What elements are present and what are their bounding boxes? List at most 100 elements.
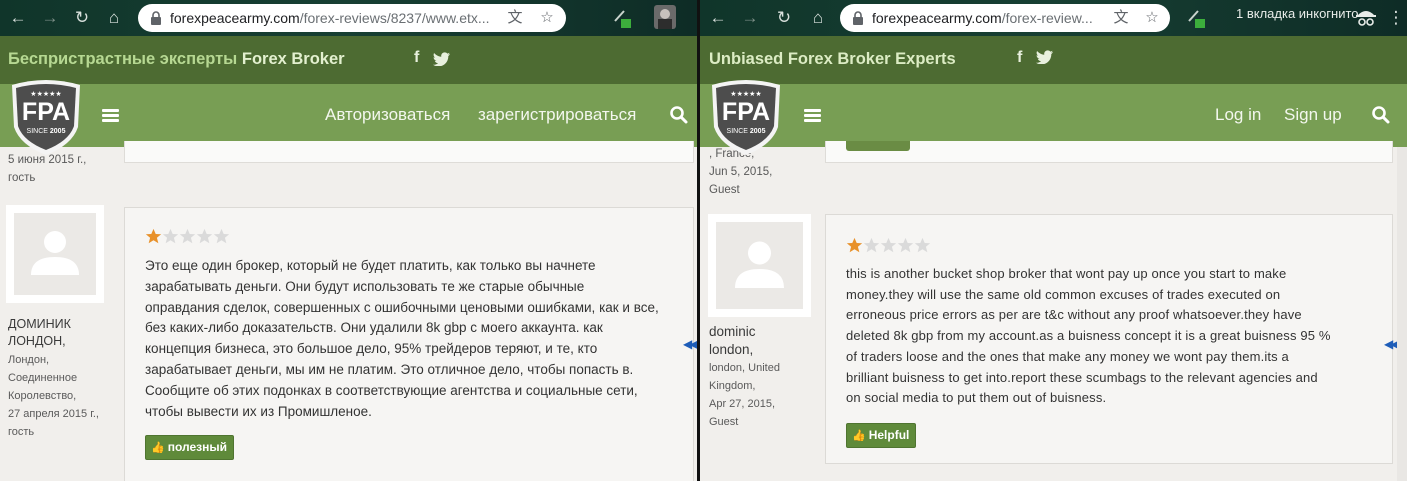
review-line: this is another bucket shop broker that …	[846, 266, 1287, 281]
login-link[interactable]: Log in	[1215, 105, 1261, 125]
review-line: brilliant buisness to get into.report th…	[846, 369, 1318, 385]
review-line: зарабатывает деньги, мы им не платим. Эт…	[145, 361, 634, 377]
reviewer-name[interactable]: dominic london,	[709, 323, 756, 359]
signup-link[interactable]: зарегистрироваться	[478, 105, 636, 125]
facebook-icon[interactable]: f	[414, 49, 419, 67]
site-title-accent: Forex Broker	[241, 50, 345, 68]
home-icon[interactable]: ⌂	[806, 6, 830, 30]
review-text: this is another bucket shop broker that …	[846, 264, 1384, 409]
double-left-arrow-icon[interactable]: ◀◀	[1384, 337, 1400, 351]
bookmark-star-icon[interactable]: ☆	[538, 9, 556, 27]
svg-text:★★★★★: ★★★★★	[30, 90, 61, 98]
review-line: deleted 8k gbp from my account.as a buis…	[846, 328, 1331, 344]
reviewer-name[interactable]: ДОМИНИК ЛОНДОН,	[8, 316, 71, 350]
previous-helpful-button[interactable]	[846, 141, 910, 151]
helpful-button[interactable]: 👍 полезный	[145, 435, 234, 460]
reload-icon[interactable]: ↻	[70, 6, 94, 30]
fpa-logo[interactable]: ★★★★★ FPA SINCE 2005	[708, 77, 784, 157]
star-filled-icon	[145, 228, 162, 244]
extension-icon[interactable]	[1186, 7, 1206, 29]
home-icon[interactable]: ⌂	[102, 6, 126, 30]
review-line: зарабатывать деньги. Они будут использов…	[145, 278, 585, 294]
fpa-logo[interactable]: ★★★★★ FPA SINCE 2005	[8, 77, 84, 157]
incognito-icon[interactable]	[1355, 7, 1377, 27]
reviewer-first-name: ДОМИНИК	[8, 317, 71, 331]
hamburger-menu-icon[interactable]	[804, 109, 821, 122]
browser-toolbar: ← → ↻ ⌂ forexpeacearmy.com/forex-review.…	[700, 0, 1407, 36]
review-line: erroneous price errors as per are t&c wi…	[846, 307, 1302, 323]
review-line: of traders loose and the ones that make …	[846, 348, 1289, 364]
site-title[interactable]: Unbiased Forex Broker Experts	[709, 50, 956, 69]
logo-text: FPA	[722, 98, 770, 126]
search-icon[interactable]	[1371, 105, 1391, 125]
profile-avatar-icon[interactable]	[654, 5, 676, 29]
site-title[interactable]: Беспристрастные эксперты Forex Broker	[8, 50, 345, 69]
login-link[interactable]: Авторизоваться	[325, 105, 450, 125]
review-card: this is another bucket shop broker that …	[825, 214, 1393, 464]
more-menu-icon[interactable]: ⋮	[1384, 6, 1407, 30]
left-browser-window: ← → ↻ ⌂ forexpeacearmy.com/forex-reviews…	[0, 0, 697, 481]
site-header: Беспристрастные эксперты Forex Broker f	[0, 36, 697, 84]
logo-text: FPA	[22, 98, 70, 126]
incognito-label[interactable]: 1 вкладка инкогнито	[1236, 6, 1359, 21]
facebook-icon[interactable]: f	[1017, 49, 1022, 67]
review-line: on social media to put them out of buisn…	[846, 390, 1107, 406]
star-empty-icon	[196, 228, 213, 244]
bookmark-star-icon[interactable]: ☆	[1143, 9, 1161, 27]
scrollbar[interactable]	[1397, 147, 1407, 481]
url-text: forexpeacearmy.com/forex-reviews/8237/ww…	[170, 10, 500, 26]
reload-icon[interactable]: ↻	[772, 6, 796, 30]
twitter-icon[interactable]	[1036, 50, 1054, 64]
translate-icon[interactable]: 文	[506, 9, 524, 27]
search-icon[interactable]	[669, 105, 689, 125]
helpful-button[interactable]: 👍 Helpful	[846, 423, 917, 448]
reviewer-city: london,	[709, 342, 754, 357]
url-path: /forex-reviews/8237/www.etx...	[299, 10, 490, 26]
previous-review-date: Jun 5, 2015,	[709, 166, 773, 178]
logo-since: SINCE	[727, 128, 749, 135]
star-empty-icon	[162, 228, 179, 244]
review-line: концепция бизнеса, это большое дело, 95%…	[145, 341, 598, 357]
browser-toolbar: ← → ↻ ⌂ forexpeacearmy.com/forex-reviews…	[0, 0, 697, 36]
review-line: Сообщите об этих подонках в соответствую…	[145, 382, 638, 398]
extension-icon[interactable]	[612, 7, 632, 29]
reviewer-meta: Лондон, Соединенное Королевство, 27 апре…	[8, 351, 99, 441]
thumbs-up-icon: 👍	[852, 430, 866, 442]
back-icon[interactable]: ←	[706, 6, 730, 30]
double-left-arrow-icon[interactable]: ◀◀	[683, 337, 697, 351]
reviewer-meta-line: Kingdom,	[709, 380, 756, 392]
reviewer-role: Guest	[709, 416, 739, 428]
right-browser-window: ← → ↻ ⌂ forexpeacearmy.com/forex-review.…	[700, 0, 1407, 481]
star-empty-icon	[914, 237, 931, 253]
thumbs-up-icon: 👍	[151, 442, 165, 454]
rating-stars	[145, 228, 230, 245]
review-line: Это еще один брокер, который не будет пл…	[145, 258, 596, 273]
translate-icon[interactable]: 文	[1112, 9, 1130, 27]
twitter-icon[interactable]	[433, 52, 451, 66]
reviewer-city: ЛОНДОН,	[8, 334, 66, 348]
reviewer-meta-line: Лондон,	[8, 354, 50, 366]
site-header: Unbiased Forex Broker Experts f	[700, 36, 1407, 84]
reviewer-meta: london, United Kingdom, Apr 27, 2015, Gu…	[709, 359, 780, 431]
site-title-main: Беспристрастные эксперты	[8, 50, 238, 68]
forward-icon[interactable]: →	[738, 6, 762, 30]
review-list: , France, Jun 5, 2015, Guest dominic lon…	[700, 141, 1407, 481]
helpful-label: полезный	[167, 440, 227, 454]
review-line: оправдания сделок, совершенных с ошибочн…	[145, 299, 659, 315]
reviewer-meta-line: london, United	[709, 362, 780, 374]
lock-icon	[853, 11, 863, 25]
address-bar[interactable]: forexpeacearmy.com/forex-reviews/8237/ww…	[138, 4, 566, 32]
user-silhouette-icon	[735, 241, 784, 288]
star-empty-icon	[863, 237, 880, 253]
back-icon[interactable]: ←	[6, 6, 30, 30]
previous-review-card	[825, 141, 1393, 163]
review-list: 5 июня 2015 г., гость ДОМИНИК ЛОНДОН, Ло…	[0, 141, 697, 481]
signup-link[interactable]: Sign up	[1284, 105, 1342, 125]
forward-icon[interactable]: →	[38, 6, 62, 30]
review-line: чтобы вывести их из Промишленое.	[145, 403, 372, 419]
hamburger-menu-icon[interactable]	[102, 109, 119, 122]
address-bar[interactable]: forexpeacearmy.com/forex-review... 文 ☆	[840, 4, 1170, 32]
site-navbar: Авторизоваться зарегистрироваться	[0, 84, 697, 147]
logo-since: SINCE	[27, 128, 49, 135]
site-navbar: Log in Sign up	[700, 84, 1407, 147]
